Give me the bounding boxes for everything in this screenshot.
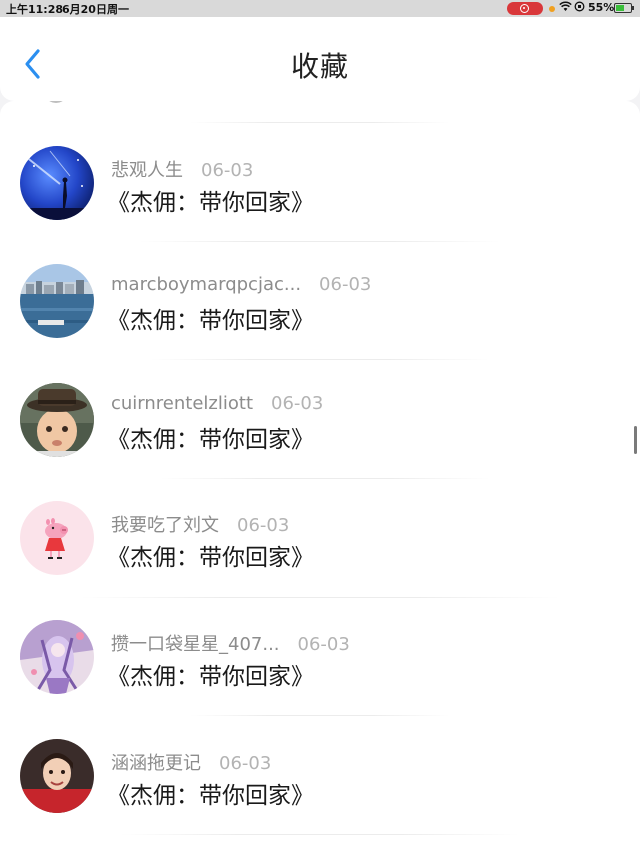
scroll-indicator[interactable] (634, 426, 637, 454)
username-text: marcboymarqpcjac... (111, 274, 302, 295)
username-text: 攒一口袋星星_407... (111, 634, 280, 655)
favorites-list[interactable]: 悲观人生 06-03 《杰佣：带你回家》 marcboymarqpcjac...… (0, 101, 640, 853)
item-title: 《杰佣：带你回家》 (107, 545, 314, 571)
nav-header: 收藏 (0, 17, 640, 101)
post-date: 06-03 (319, 274, 372, 295)
avatar[interactable] (20, 146, 94, 220)
item-title: 《杰佣：带你回家》 (107, 783, 314, 809)
post-date: 06-03 (271, 393, 324, 414)
status-date: 6月20日周一 (62, 3, 129, 16)
status-bar: 上午11:28 6月20日周一 55% (0, 0, 640, 17)
post-date: 06-03 (237, 515, 290, 536)
orientation-lock-icon (574, 1, 585, 15)
page-title: 收藏 (290, 50, 349, 83)
item-title: 《杰佣：带你回家》 (107, 308, 314, 334)
avatar[interactable] (20, 264, 94, 338)
wifi-icon (559, 1, 572, 15)
battery-percent: 55% (588, 1, 615, 14)
avatar[interactable] (20, 739, 94, 813)
list-item[interactable]: cuirnrentelzliott 06-03 《杰佣：带你回家》 (0, 338, 640, 457)
privacy-dot-icon (549, 6, 555, 12)
item-title: 《杰佣：带你回家》 (107, 427, 314, 453)
post-date: 06-03 (219, 753, 272, 774)
username-text: cuirnrentelzliott (111, 393, 253, 414)
item-title: 《杰佣：带你回家》 (107, 664, 314, 690)
username: 悲观人生 06-03 (111, 156, 253, 182)
list-item[interactable]: 我要吃了刘文 06-03 《杰佣：带你回家》 (0, 456, 640, 575)
list-item[interactable]: 悲观人生 06-03 《杰佣：带你回家》 (0, 101, 640, 220)
list-item[interactable]: 攒一口袋星星_407... 06-03 《杰佣：带你回家》 (0, 575, 640, 694)
favorites-screen: 上午11:28 6月20日周一 55% 收藏 悲观人生 06-03 《杰佣：带你… (0, 0, 640, 853)
list-item[interactable]: 涵涵拖更记 06-03 《杰佣：带你回家》 (0, 694, 640, 813)
username: marcboymarqpcjac... 06-03 (111, 274, 371, 295)
username-text: 涵涵拖更记 (111, 753, 201, 774)
username: 涵涵拖更记 06-03 (111, 749, 271, 775)
post-date: 06-03 (201, 160, 254, 181)
item-title: 《杰佣：带你回家》 (107, 190, 314, 216)
avatar[interactable] (20, 501, 94, 575)
status-time: 上午11:28 (6, 3, 64, 16)
username: 攒一口袋星星_407... 06-03 (111, 630, 350, 656)
divider (120, 834, 520, 835)
screen-record-icon[interactable] (507, 2, 543, 15)
username-text: 悲观人生 (111, 160, 183, 181)
username-text: 我要吃了刘文 (111, 515, 219, 536)
avatar[interactable] (20, 620, 94, 694)
battery-icon (614, 3, 634, 13)
post-date: 06-03 (297, 634, 350, 655)
list-item[interactable]: marcboymarqpcjac... 06-03 《杰佣：带你回家》 (0, 219, 640, 338)
username: 我要吃了刘文 06-03 (111, 511, 289, 537)
username: cuirnrentelzliott 06-03 (111, 393, 323, 414)
battery-fill (616, 5, 624, 11)
avatar[interactable] (20, 383, 94, 457)
